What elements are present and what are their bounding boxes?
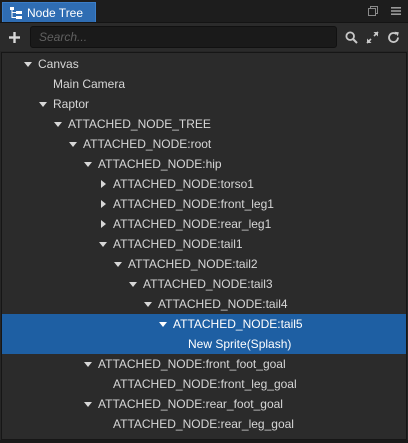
tree-node-label: Raptor — [53, 97, 90, 111]
caret-down-icon[interactable] — [83, 399, 93, 409]
caret-down-icon[interactable] — [83, 159, 93, 169]
refresh-button[interactable] — [385, 29, 401, 45]
restore-icon — [368, 6, 378, 16]
caret-down-icon[interactable] — [23, 59, 33, 69]
tree-node-label: ATTACHED_NODE:tail2 — [128, 257, 258, 271]
plus-icon — [8, 31, 20, 43]
expand-all-button[interactable] — [364, 29, 380, 45]
refresh-icon — [387, 31, 399, 43]
tree-node-label: ATTACHED_NODE_TREE — [68, 117, 211, 131]
caret-down-icon[interactable] — [113, 259, 123, 269]
tree-node[interactable]: ATTACHED_NODE:root — [2, 134, 406, 154]
tree-node-label: ATTACHED_NODE:tail3 — [143, 277, 273, 291]
caret-right-icon[interactable] — [98, 179, 108, 189]
menu-icon — [391, 7, 401, 15]
caret-down-icon[interactable] — [38, 99, 48, 109]
tree-node[interactable]: ATTACHED_NODE:front_leg_goal — [2, 374, 406, 394]
search-icon — [344, 30, 358, 44]
tree-node[interactable]: ATTACHED_NODE:hip — [2, 154, 406, 174]
tree-node[interactable]: ATTACHED_NODE:tail3 — [2, 274, 406, 294]
caret-down-icon[interactable] — [158, 319, 168, 329]
tree-node-label: ATTACHED_NODE:rear_leg1 — [113, 217, 272, 231]
tree-node-label: ATTACHED_NODE:root — [83, 137, 212, 151]
tree-node-label: ATTACHED_NODE:tail4 — [158, 297, 288, 311]
caret-right-icon[interactable] — [98, 219, 108, 229]
tree-node-label: ATTACHED_NODE:rear_foot_goal — [98, 397, 283, 411]
tab-node-tree[interactable]: Node Tree — [2, 2, 96, 22]
tree-node[interactable]: Main Camera — [2, 74, 406, 94]
tree-node-label: ATTACHED_NODE:tail5 — [173, 317, 303, 331]
node-tree-icon — [10, 6, 22, 19]
tree-node[interactable]: ATTACHED_NODE:tail2 — [2, 254, 406, 274]
tree-node-label: ATTACHED_NODE:torso1 — [113, 177, 254, 191]
tab-title: Node Tree — [27, 5, 84, 20]
caret-down-icon[interactable] — [68, 139, 78, 149]
panel-tab-bar: Node Tree — [0, 0, 408, 23]
panel-menu-button[interactable] — [389, 4, 403, 18]
caret-down-icon[interactable] — [53, 119, 63, 129]
tree-node[interactable]: ATTACHED_NODE:tail1 — [2, 234, 406, 254]
tree-node[interactable]: ATTACHED_NODE:front_foot_goal — [2, 354, 406, 374]
toolbar — [0, 23, 408, 51]
tree-node-label: ATTACHED_NODE:tail1 — [113, 237, 243, 251]
tree-node-label: Canvas — [38, 57, 79, 71]
tree-node[interactable]: ATTACHED_NODE:tail5 — [2, 314, 406, 334]
tree-node[interactable]: ATTACHED_NODE_TREE — [2, 114, 406, 134]
tree-node-label: ATTACHED_NODE:front_leg1 — [113, 197, 274, 211]
tree-node[interactable]: ATTACHED_NODE:rear_leg1 — [2, 214, 406, 234]
search-button[interactable] — [343, 29, 359, 45]
search-input[interactable] — [30, 26, 337, 48]
tree-node-label: ATTACHED_NODE:front_foot_goal — [98, 357, 286, 371]
tree-node-label: ATTACHED_NODE:rear_leg_goal — [113, 417, 294, 431]
tree-node-label: ATTACHED_NODE:hip — [98, 157, 222, 171]
caret-right-icon[interactable] — [98, 199, 108, 209]
caret-down-icon[interactable] — [83, 359, 93, 369]
tree-node[interactable]: Canvas — [2, 54, 406, 74]
tree-node-label: New Sprite(Splash) — [188, 337, 292, 351]
node-tree: Canvas Main Camera Raptor ATTACHED_NODE_TRE… — [1, 52, 407, 440]
tree-node[interactable]: Raptor — [2, 94, 406, 114]
tree-node-label: Main Camera — [53, 77, 126, 91]
restore-button[interactable] — [366, 4, 380, 18]
caret-down-icon[interactable] — [143, 299, 153, 309]
tree-node[interactable]: ATTACHED_NODE:torso1 — [2, 174, 406, 194]
add-node-button[interactable] — [6, 29, 22, 45]
expand-icon — [365, 30, 379, 44]
tree-node[interactable]: New Sprite(Splash) — [2, 334, 406, 354]
tree-node[interactable]: ATTACHED_NODE:front_leg1 — [2, 194, 406, 214]
caret-down-icon[interactable] — [98, 239, 108, 249]
tree-node-label: ATTACHED_NODE:front_leg_goal — [113, 377, 297, 391]
tree-node[interactable]: ATTACHED_NODE:tail4 — [2, 294, 406, 314]
caret-down-icon[interactable] — [128, 279, 138, 289]
tree-node[interactable]: ATTACHED_NODE:rear_foot_goal — [2, 394, 406, 414]
tree-node[interactable]: ATTACHED_NODE:rear_leg_goal — [2, 414, 406, 434]
